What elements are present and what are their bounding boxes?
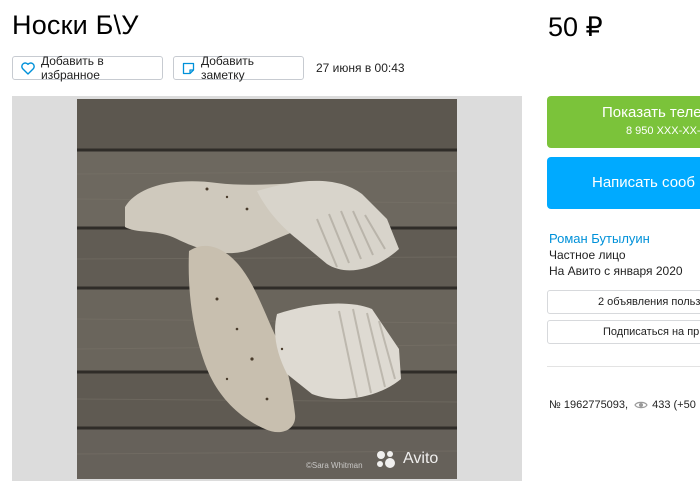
avito-watermark-text: Avito — [403, 450, 439, 467]
listing-photo[interactable]: ©Sara Whitman Avito — [77, 99, 457, 479]
show-phone-label: Показать теле — [602, 104, 700, 121]
price: 50 ₽ — [548, 12, 603, 42]
add-note-button[interactable]: Добавить заметку — [173, 54, 304, 82]
seller-since: На Авито с января 2020 — [549, 264, 683, 278]
add-to-favorites-button[interactable]: Добавить в избранное — [12, 54, 163, 82]
divider — [547, 366, 700, 367]
avito-logo-icon — [377, 451, 395, 468]
subscribe-label: Подписаться на пр — [603, 326, 700, 338]
seller-type: Частное лицо — [549, 248, 626, 262]
socks-photo-image — [77, 99, 457, 479]
photo-credit: ©Sara Whitman — [306, 461, 363, 470]
listing-stats: № 1962775093, 433 (+50 — [549, 399, 696, 411]
write-message-label: Написать сооб — [592, 174, 695, 191]
show-phone-button[interactable]: Показать теле 8 950 XXX-XX- — [547, 96, 700, 148]
listing-date: 27 июня в 00:43 — [316, 61, 405, 75]
seller-name-link[interactable]: Роман Бутылуин — [549, 231, 650, 246]
seller-ads-button[interactable]: 2 объявления польз — [547, 290, 700, 314]
item-number: № 1962775093, — [549, 399, 629, 411]
avito-watermark: Avito — [375, 449, 438, 469]
heart-icon — [21, 61, 35, 75]
breadcrumb[interactable]: · · · · · · · · · · · · · · · · · · · · … — [110, 0, 410, 2]
write-message-button[interactable]: Написать сооб — [547, 157, 700, 209]
masked-phone: 8 950 XXX-XX- — [626, 125, 700, 137]
eye-icon — [634, 401, 648, 409]
add-to-favorites-label: Добавить в избранное — [41, 54, 104, 82]
add-note-label: Добавить заметку — [201, 54, 255, 82]
subscribe-button[interactable]: Подписаться на пр — [547, 320, 700, 344]
note-icon — [182, 62, 195, 74]
page-title: Носки Б\У — [12, 10, 139, 40]
view-count: 433 (+50 — [652, 399, 696, 411]
seller-ads-label: 2 объявления польз — [598, 296, 700, 308]
